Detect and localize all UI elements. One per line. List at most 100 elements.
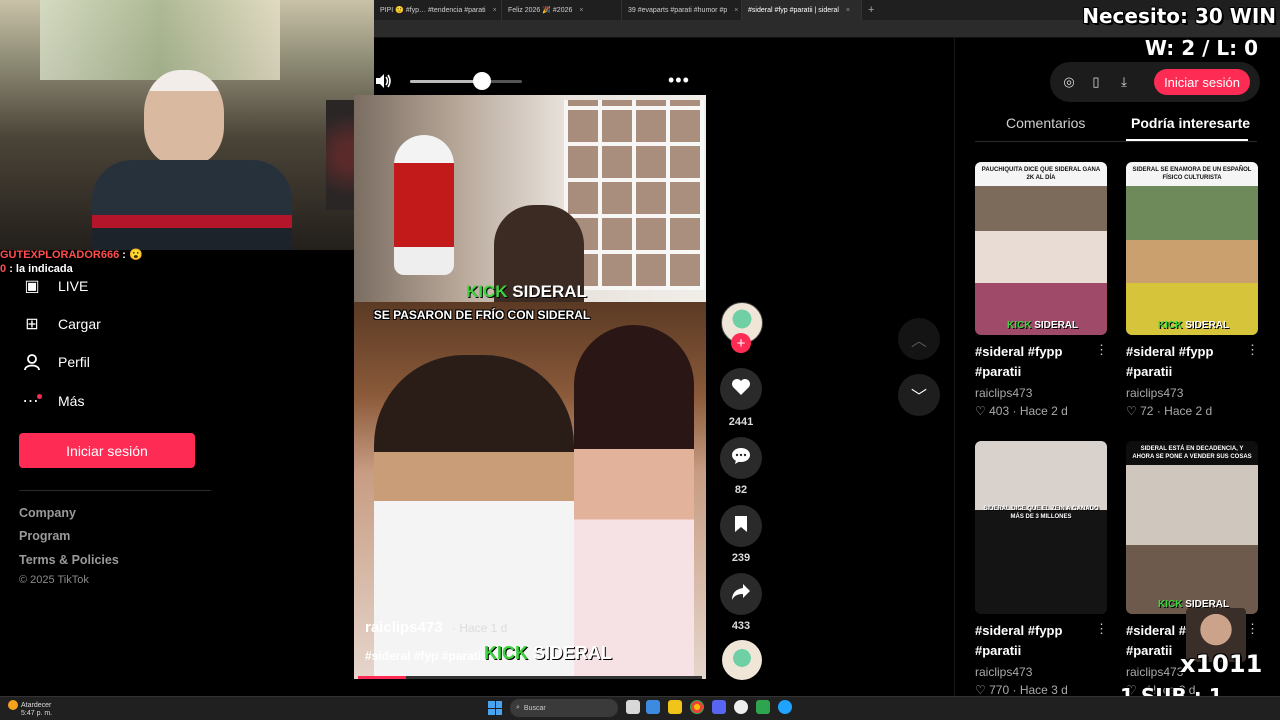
more-options-icon[interactable]: •••	[668, 70, 690, 91]
tab-label: 39 #evaparts #parati #humor #p	[628, 6, 728, 14]
close-icon[interactable]: ×	[579, 7, 583, 14]
taskbar-weather[interactable]: Atardecer 5:47 p. m.	[8, 700, 52, 718]
volume-icon[interactable]	[374, 72, 392, 95]
next-video-button[interactable]: ﹀	[898, 374, 940, 416]
sidebar-item-live[interactable]: ▣ LIVE	[22, 276, 88, 296]
card-time: Hace 2 d	[1164, 404, 1213, 418]
video-author[interactable]: raiclips473	[365, 619, 443, 636]
thumb-title: SIDERAL DICE QUE EL ZEIN A GANADO MÁS DE…	[983, 506, 1099, 520]
card-likes: 770	[989, 683, 1010, 697]
card-dot: ·	[1012, 683, 1017, 697]
app-icon[interactable]	[756, 700, 770, 714]
card-stats: ♡ 72 · Hace 2 d	[1126, 404, 1212, 418]
follow-plus-icon[interactable]: +	[731, 333, 751, 353]
edge-icon[interactable]	[778, 700, 792, 714]
close-icon[interactable]: ×	[493, 7, 497, 14]
card-thumbnail[interactable]: SIDERAL ESTÁ EN DECADENCIA, Y AHORA SE P…	[1126, 441, 1258, 614]
tab-divider	[975, 141, 1257, 142]
card-author[interactable]: raiclips473	[1126, 386, 1183, 400]
card-menu-icon[interactable]: ⋮	[1095, 621, 1108, 637]
video-caption: SE PASARON DE FRÍO CON SIDERAL	[373, 308, 591, 322]
browser-tab-active[interactable]: #sideral #fyp #paratii | sideral ×	[742, 0, 862, 20]
card-author[interactable]: raiclips473	[975, 386, 1032, 400]
sidebar-item-label: Cargar	[58, 316, 101, 332]
chat-username: GUTEXPLORADOR666	[0, 249, 120, 261]
music-disc-icon[interactable]	[722, 640, 762, 680]
footer-link-company[interactable]: Company	[19, 506, 76, 520]
card-menu-icon[interactable]: ⋮	[1246, 621, 1259, 637]
sidebar-item-upload[interactable]: ⊞ Cargar	[22, 314, 101, 334]
kick-watermark: KICK SIDERAL	[1158, 320, 1229, 331]
browser-tab[interactable]: Feliz 2026 🎉 #2026 ×	[502, 0, 622, 20]
card-thumbnail[interactable]: SIDERAL SE ENAMORA DE UN ESPAÑOL FÍSICO …	[1126, 162, 1258, 335]
card-title[interactable]: #sideral #fypp #paratii	[975, 621, 1095, 661]
save-count: 239	[731, 552, 751, 564]
tab-label: Feliz 2026 🎉 #2026	[508, 7, 573, 14]
recommended-card[interactable]: SIDERAL SE ENAMORA DE UN ESPAÑOL FÍSICO …	[1126, 162, 1259, 422]
card-menu-icon[interactable]: ⋮	[1246, 342, 1259, 358]
browser-tab[interactable]: PIPI 🙂 #fyp… #tendencia #parati ×	[374, 0, 502, 20]
volume-slider[interactable]	[410, 80, 522, 83]
widgets-icon[interactable]	[646, 700, 660, 714]
chrome-icon[interactable]	[690, 700, 704, 714]
obs-icon[interactable]	[734, 700, 748, 714]
card-title[interactable]: #sideral #fypp #paratii	[1126, 342, 1246, 382]
login-button[interactable]: Iniciar sesión	[19, 433, 195, 468]
new-tab-button[interactable]: +	[862, 4, 880, 16]
card-author[interactable]: raiclips473	[1126, 665, 1183, 679]
weather-label: Atardecer	[21, 701, 52, 709]
card-dot: ·	[1156, 404, 1161, 418]
kick-label: KICK	[484, 643, 528, 663]
windows-start-icon[interactable]	[488, 701, 502, 715]
save-button[interactable]	[720, 505, 762, 547]
chat-message: GUTEXPLORADOR666 : 😮	[0, 248, 200, 262]
card-dot: ·	[1012, 404, 1017, 418]
tab-comments[interactable]: Comentarios	[1006, 115, 1085, 131]
thumb-title: PAUCHIQUITA DICE QUE SIDERAL GANA 2K AL …	[981, 167, 1101, 181]
card-thumbnail[interactable]: SIDERAL DICE QUE EL ZEIN A GANADO MÁS DE…	[975, 441, 1107, 614]
tab-recommended[interactable]: Podría interesarte	[1131, 115, 1250, 131]
heart-outline-icon: ♡	[1126, 404, 1137, 418]
video-progress-bar[interactable]	[358, 676, 702, 679]
card-time: Hace 3 d	[1019, 683, 1068, 697]
kick-watermark: KICK SIDERAL	[466, 282, 587, 302]
weather-sun-icon	[8, 700, 18, 710]
sidebar-item-profile[interactable]: Perfil	[22, 352, 90, 372]
card-menu-icon[interactable]: ⋮	[1095, 342, 1108, 358]
browser-tab[interactable]: 39 #evaparts #parati #humor #p ×	[622, 0, 742, 20]
previous-video-button[interactable]: ︿	[898, 318, 940, 360]
share-icon	[731, 583, 751, 606]
footer-link-terms[interactable]: Terms & Policies	[19, 553, 119, 567]
task-view-icon[interactable]	[626, 700, 640, 714]
header-login-button[interactable]: Iniciar sesión	[1154, 69, 1250, 95]
phone-icon[interactable]: ▯	[1087, 73, 1105, 91]
card-title[interactable]: #sideral #fypp #paratii	[975, 342, 1095, 382]
footer-link-program[interactable]: Program	[19, 529, 70, 543]
compass-icon[interactable]: ◎	[1060, 73, 1078, 91]
card-author[interactable]: raiclips473	[975, 665, 1032, 679]
search-placeholder: Buscar	[523, 704, 546, 712]
taskbar-search[interactable]: ⌕ Buscar	[510, 699, 618, 717]
chevron-up-icon: ︿	[910, 333, 927, 350]
volume-knob[interactable]	[472, 72, 491, 90]
sidebar-item-more[interactable]: ⋯ Más	[22, 391, 85, 411]
recommended-card[interactable]: PAUCHIQUITA DICE QUE SIDERAL GANA 2K AL …	[975, 162, 1108, 422]
video-player[interactable]: KICK SIDERAL SE PASARON DE FRÍO CON SIDE…	[354, 95, 706, 679]
overlay-multiplier: x1011	[1180, 650, 1263, 678]
recommended-card[interactable]: SIDERAL DICE QUE EL ZEIN A GANADO MÁS DE…	[975, 441, 1108, 697]
like-button[interactable]	[720, 368, 762, 410]
overlay-win-goal: Necesito: 30 WIN	[1082, 4, 1276, 28]
sidebar-divider	[19, 490, 211, 491]
stream-chat: GUTEXPLORADOR666 : 😮 0 : la indicada	[0, 248, 200, 276]
share-button[interactable]	[720, 573, 762, 615]
file-explorer-icon[interactable]	[668, 700, 682, 714]
streamer-figure	[92, 70, 292, 250]
download-icon[interactable]: ⤓	[1115, 73, 1133, 91]
video-hashtags[interactable]: #sideral #fyp #paratii	[365, 649, 484, 663]
discord-icon[interactable]	[712, 700, 726, 714]
close-icon[interactable]: ×	[846, 7, 850, 14]
close-icon[interactable]: ×	[734, 7, 738, 14]
heart-outline-icon: ♡	[975, 683, 986, 697]
card-thumbnail[interactable]: PAUCHIQUITA DICE QUE SIDERAL GANA 2K AL …	[975, 162, 1107, 335]
comment-button[interactable]	[720, 437, 762, 479]
